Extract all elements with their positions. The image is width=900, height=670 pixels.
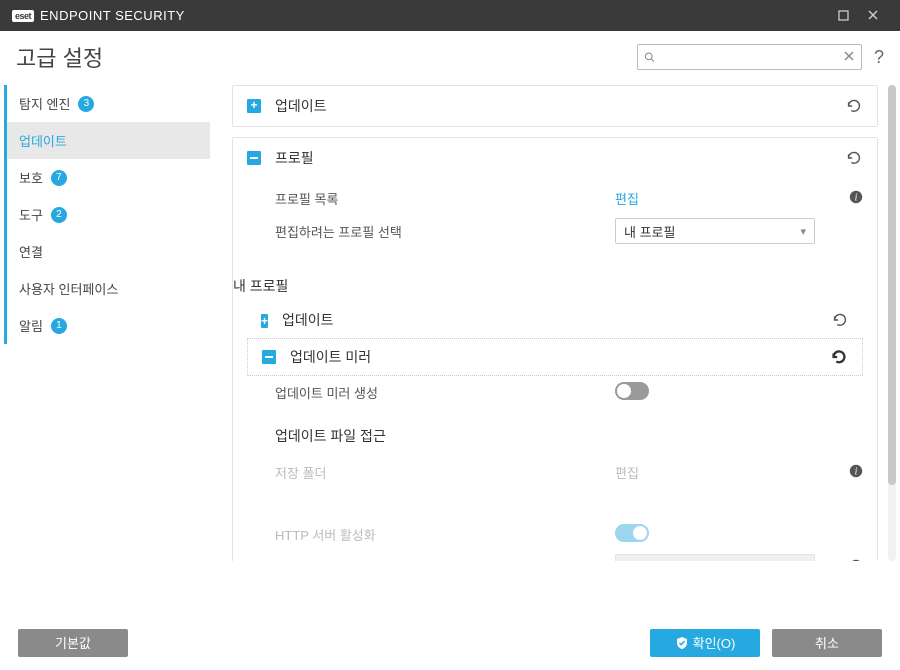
row-http-enable: HTTP 서버 활성화 (275, 518, 863, 550)
subsection-my-profile: 내 프로필 (233, 276, 863, 296)
row-label: 편집하려는 프로필 선택 (275, 222, 615, 241)
sidebar-item-label: 탐지 엔진 (19, 94, 70, 113)
ok-button-label: 확인(O) (693, 633, 736, 652)
row-create-mirror: 업데이트 미러 생성 (275, 376, 863, 408)
cancel-button[interactable]: 취소 (772, 629, 882, 657)
sidebar-item-tools[interactable]: 도구 2 (4, 196, 210, 233)
help-button[interactable]: ? (874, 47, 884, 68)
scrollbar[interactable] (888, 85, 896, 561)
select-value: 내 프로필 (624, 222, 675, 241)
sidebar-item-label: 연결 (19, 242, 43, 261)
edit-storage-folder-link: 편집 (615, 466, 639, 481)
sidebar-item-badge: 7 (51, 170, 67, 186)
panel-profile: 프로필 프로필 목록 편집 i 편집하려는 프로필 선택 (232, 137, 878, 561)
brand-text: ENDPOINT SECURITY (40, 8, 185, 23)
chevron-down-icon: ▾ (800, 225, 806, 238)
sidebar-item-label: 도구 (19, 205, 43, 224)
row-label: HTTP 서버 활성화 (275, 525, 615, 544)
defaults-button[interactable]: 기본값 (18, 629, 128, 657)
sidebar-item-badge: 3 (78, 96, 94, 112)
ok-button[interactable]: 확인(O) (650, 629, 760, 657)
panel-title: 업데이트 (282, 310, 831, 330)
info-button[interactable]: i (847, 190, 863, 207)
panel-title: 업데이트 (275, 96, 845, 116)
info-icon: i (849, 559, 863, 562)
undo-icon (831, 311, 849, 329)
reset-button[interactable] (830, 348, 848, 366)
edit-profile-list-link[interactable]: 편집 (615, 192, 639, 207)
collapse-icon (247, 151, 261, 165)
inner-panel-update-mirror[interactable]: 업데이트 미러 (247, 338, 863, 376)
inner-panel-update[interactable]: + 업데이트 (247, 302, 863, 338)
shield-check-icon (675, 636, 689, 650)
sidebar-item-label: 업데이트 (19, 131, 67, 150)
search-input[interactable] (655, 50, 843, 65)
username-input (615, 554, 815, 561)
close-icon (867, 9, 879, 21)
sidebar-item-protection[interactable]: 보호 7 (4, 159, 210, 196)
row-profile-select: 편집하려는 프로필 선택 내 프로필 ▾ (275, 214, 863, 248)
sidebar-item-notifications[interactable]: 알림 1 (4, 307, 210, 344)
sidebar: 탐지 엔진 3 업데이트 보호 7 도구 2 연결 사용자 인터페이스 알림 1 (0, 81, 210, 615)
square-icon (838, 10, 849, 21)
undo-icon (845, 149, 863, 167)
reset-button[interactable] (845, 97, 863, 115)
row-label: 사용자 이름 (275, 558, 615, 562)
window-maximize-button[interactable] (828, 8, 858, 24)
sidebar-item-user-interface[interactable]: 사용자 인터페이스 (4, 270, 210, 307)
profile-select[interactable]: 내 프로필 ▾ (615, 218, 815, 244)
brand-logo: eset (12, 10, 34, 22)
info-button[interactable]: i (847, 559, 863, 562)
window-close-button[interactable] (858, 8, 888, 24)
sidebar-item-badge: 1 (51, 318, 67, 334)
search-icon (644, 50, 655, 64)
panel-update: + 업데이트 (232, 85, 878, 127)
http-enable-toggle (615, 524, 649, 542)
row-label: 저장 폴더 (275, 463, 615, 482)
expand-icon: + (247, 99, 261, 113)
row-storage-folder: 저장 폴더 편집 i (275, 456, 863, 488)
sidebar-item-label: 사용자 인터페이스 (19, 279, 118, 298)
search-clear-button[interactable] (843, 49, 855, 66)
reset-button[interactable] (831, 311, 849, 329)
undo-icon (845, 97, 863, 115)
subhead-file-access: 업데이트 파일 접근 (275, 426, 863, 446)
page-header: 고급 설정 ? (0, 31, 900, 81)
undo-icon (830, 348, 848, 366)
scrollbar-thumb[interactable] (888, 85, 896, 485)
panel-header-update[interactable]: + 업데이트 (233, 86, 877, 126)
sidebar-item-detection-engine[interactable]: 탐지 엔진 3 (4, 85, 210, 122)
settings-content: + 업데이트 프로필 프로필 목록 (210, 81, 884, 561)
info-icon: i (849, 190, 863, 204)
page-title: 고급 설정 (16, 41, 103, 73)
row-username: 사용자 이름 i (275, 550, 863, 561)
sidebar-item-connections[interactable]: 연결 (4, 233, 210, 270)
footer: 기본값 확인(O) 취소 (0, 615, 900, 670)
sidebar-item-update[interactable]: 업데이트 (4, 122, 210, 159)
sidebar-item-label: 알림 (19, 316, 43, 335)
svg-text:i: i (855, 466, 858, 477)
row-profile-list: 프로필 목록 편집 i (275, 182, 863, 214)
create-mirror-toggle[interactable] (615, 382, 649, 400)
search-box[interactable] (637, 44, 862, 70)
panel-title: 프로필 (275, 148, 845, 168)
collapse-icon (262, 350, 276, 364)
row-label: 업데이트 미러 생성 (275, 383, 615, 402)
info-button[interactable]: i (847, 464, 863, 481)
titlebar: eset ENDPOINT SECURITY (0, 0, 900, 31)
sidebar-item-label: 보호 (19, 168, 43, 187)
panel-title: 업데이트 미러 (290, 347, 830, 367)
info-icon: i (849, 464, 863, 478)
reset-button[interactable] (845, 149, 863, 167)
x-icon (843, 50, 855, 62)
svg-text:i: i (855, 192, 858, 203)
panel-header-profile[interactable]: 프로필 (233, 138, 877, 178)
expand-icon: + (261, 313, 268, 328)
row-label: 프로필 목록 (275, 189, 615, 208)
sidebar-item-badge: 2 (51, 207, 67, 223)
